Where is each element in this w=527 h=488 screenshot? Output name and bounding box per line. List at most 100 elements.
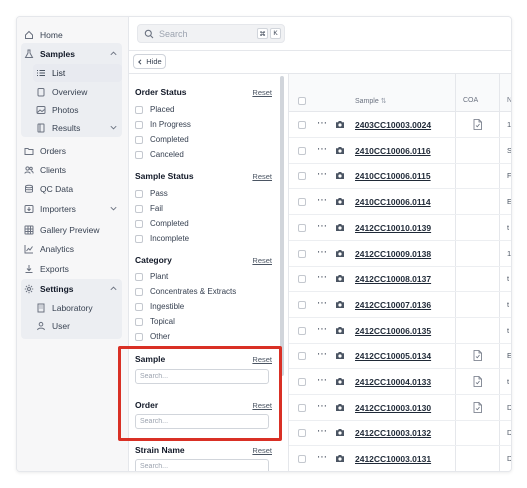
row-checkbox[interactable] — [298, 223, 306, 232]
more-actions-icon[interactable]: ⋯ — [317, 349, 327, 360]
strain-name-reset[interactable]: Reset — [252, 446, 272, 455]
sample-id-link[interactable]: 2412CC10003.0130 — [355, 403, 431, 413]
search-input[interactable] — [159, 28, 249, 39]
table-row[interactable]: ⋯ 2412CC10005.0134 E — [289, 343, 511, 370]
table-row[interactable]: ⋯ 2412CC10009.0138 1 — [289, 241, 511, 267]
camera-icon[interactable] — [335, 249, 345, 258]
row-checkbox[interactable] — [298, 198, 306, 207]
checkbox[interactable] — [135, 317, 143, 326]
filter-option-placed[interactable]: Placed — [135, 104, 174, 115]
checkbox[interactable] — [135, 302, 143, 311]
order-status-reset[interactable]: Reset — [252, 88, 272, 97]
camera-icon[interactable] — [335, 197, 345, 206]
sidebar-item-analytics[interactable]: Analytics — [21, 240, 122, 258]
column-header-coa[interactable]: COA — [463, 97, 478, 104]
table-row[interactable]: ⋯ 2412CC10010.0139 t — [289, 215, 511, 241]
camera-icon[interactable] — [335, 223, 345, 232]
filter-option-plant[interactable]: Plant — [135, 271, 168, 282]
chevron-down-icon[interactable] — [109, 204, 118, 213]
table-row[interactable]: ⋯ 2410CC10006.0114 E — [289, 189, 511, 216]
sidebar-item-samples[interactable]: Samples — [21, 45, 122, 63]
checkbox[interactable] — [135, 150, 143, 159]
sidebar-item-qc-data[interactable]: QC Data — [21, 180, 122, 198]
coa-document-icon[interactable] — [473, 376, 482, 387]
row-checkbox[interactable] — [298, 249, 306, 258]
sample-filter-reset[interactable]: Reset — [252, 355, 272, 364]
select-all-checkbox[interactable] — [298, 97, 306, 105]
more-actions-icon[interactable]: ⋯ — [317, 221, 327, 232]
camera-icon[interactable] — [335, 454, 345, 463]
coa-document-icon[interactable] — [473, 350, 482, 362]
checkbox[interactable] — [135, 219, 143, 228]
more-actions-icon[interactable]: ⋯ — [317, 195, 327, 206]
row-checkbox[interactable] — [298, 172, 306, 181]
global-search[interactable]: ⌘ K — [137, 24, 285, 43]
row-checkbox[interactable] — [298, 429, 306, 438]
camera-icon[interactable] — [335, 274, 345, 283]
sample-search-input[interactable] — [135, 369, 269, 384]
more-actions-icon[interactable]: ⋯ — [317, 401, 327, 412]
strain-search-input[interactable] — [135, 459, 269, 471]
row-checkbox[interactable] — [298, 352, 306, 361]
checkbox[interactable] — [135, 234, 143, 243]
camera-icon[interactable] — [335, 171, 345, 180]
camera-icon[interactable] — [335, 146, 345, 155]
camera-icon[interactable] — [335, 403, 345, 412]
sidebar-item-clients[interactable]: Clients — [21, 161, 122, 179]
table-row[interactable]: ⋯ 2412CC10008.0137 t — [289, 266, 511, 293]
sidebar-item-laboratory[interactable]: Laboratory — [33, 299, 122, 317]
row-checkbox[interactable] — [298, 146, 306, 155]
table-row[interactable]: ⋯ 2410CC10006.0116 S — [289, 138, 511, 164]
table-row[interactable]: ⋯ 2412CC10006.0135 t — [289, 318, 511, 344]
sample-id-link[interactable]: 2410CC10006.0116 — [355, 146, 431, 156]
sample-id-link[interactable]: 2412CC10008.0137 — [355, 274, 431, 284]
checkbox[interactable] — [135, 287, 143, 296]
filter-option-fail[interactable]: Fail — [135, 203, 163, 214]
sidebar-item-user[interactable]: User — [33, 317, 122, 335]
sidebar-item-orders[interactable]: Orders — [21, 142, 122, 160]
filter-option-topical[interactable]: Topical — [135, 316, 175, 327]
sample-id-link[interactable]: 2412CC10004.0133 — [355, 377, 431, 387]
row-checkbox[interactable] — [298, 403, 306, 412]
row-checkbox[interactable] — [298, 326, 306, 335]
checkbox[interactable] — [135, 120, 143, 129]
sample-status-reset[interactable]: Reset — [252, 172, 272, 181]
sidebar-item-overview[interactable]: Overview — [33, 83, 122, 101]
sidebar-item-list[interactable]: List — [33, 64, 122, 82]
order-filter-reset[interactable]: Reset — [252, 401, 272, 410]
more-actions-icon[interactable]: ⋯ — [317, 272, 327, 283]
sample-id-link[interactable]: 2412CC10006.0135 — [355, 326, 431, 336]
filter-option-incomplete[interactable]: Incomplete — [135, 233, 189, 244]
checkbox[interactable] — [135, 204, 143, 213]
table-row[interactable]: ⋯ 2403CC10003.0024 1 — [289, 112, 511, 138]
row-checkbox[interactable] — [298, 455, 306, 464]
checkbox[interactable] — [135, 135, 143, 144]
camera-icon[interactable] — [335, 326, 345, 335]
more-actions-icon[interactable]: ⋯ — [317, 426, 327, 437]
filter-option-completed[interactable]: Completed — [135, 218, 189, 229]
sidebar-item-photos[interactable]: Photos — [33, 101, 122, 119]
table-row[interactable]: ⋯ 2412CC10003.0130 D — [289, 395, 511, 421]
column-header-sample[interactable]: Sample ⇅ — [355, 97, 387, 105]
chevron-up-icon[interactable] — [109, 49, 118, 58]
sidebar-item-exports[interactable]: Exports — [21, 260, 122, 278]
chevron-up-icon[interactable] — [109, 284, 118, 293]
table-row[interactable]: ⋯ 2412CC10007.0136 t — [289, 292, 511, 318]
category-reset[interactable]: Reset — [252, 256, 272, 265]
table-row[interactable]: ⋯ 2412CC10004.0133 t — [289, 369, 511, 395]
column-header-next[interactable]: N — [507, 97, 511, 104]
filters-scrollbar[interactable] — [280, 76, 284, 376]
sample-id-link[interactable]: 2403CC10003.0024 — [355, 120, 431, 130]
sample-id-link[interactable]: 2412CC10010.0139 — [355, 223, 431, 233]
coa-document-icon[interactable] — [473, 401, 482, 413]
checkbox[interactable] — [135, 105, 143, 114]
filter-option-other[interactable]: Other — [135, 331, 170, 342]
sidebar-item-results[interactable]: Results — [33, 119, 122, 137]
more-actions-icon[interactable]: ⋯ — [317, 144, 327, 155]
filter-option-ingestible[interactable]: Ingestible — [135, 301, 184, 312]
chevron-down-icon[interactable] — [109, 123, 118, 132]
camera-icon[interactable] — [335, 300, 345, 309]
checkbox[interactable] — [135, 332, 143, 341]
camera-icon[interactable] — [335, 428, 345, 437]
coa-document-icon[interactable] — [473, 119, 482, 130]
